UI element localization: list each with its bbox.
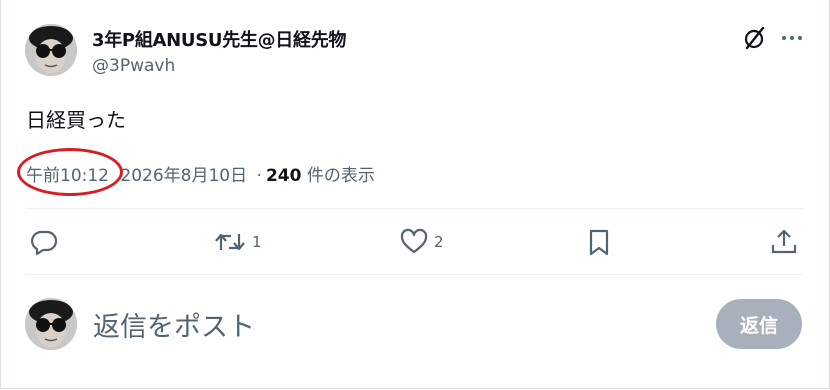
repost-button[interactable]: 1 <box>214 226 262 258</box>
divider <box>26 208 804 209</box>
repost-count: 1 <box>252 233 262 251</box>
more-dots-icon[interactable] <box>779 25 805 51</box>
share-icon <box>771 229 797 254</box>
author-avatar[interactable] <box>25 24 77 76</box>
reply-input[interactable]: 返信をポスト <box>93 305 255 344</box>
share-button[interactable] <box>770 226 798 258</box>
reply-submit-button[interactable]: 返信 <box>716 299 802 349</box>
post-time-link[interactable]: 午前10:12 <box>26 166 109 186</box>
heart-icon <box>400 228 428 254</box>
views-label: 件の表示 <box>306 166 375 186</box>
current-user-avatar[interactable] <box>25 298 77 350</box>
bookmark-icon <box>589 229 609 256</box>
post-date-link[interactable]: 2026年8月10日 <box>120 166 247 186</box>
repost-icon <box>215 233 245 251</box>
divider <box>26 274 804 275</box>
comment-icon <box>31 230 58 256</box>
bookmark-button[interactable] <box>585 226 613 258</box>
views-count[interactable]: 240 <box>266 166 302 186</box>
like-count: 2 <box>434 233 444 251</box>
author-display-name[interactable]: 3年P組ANUSU先生@日経先物 <box>92 26 346 52</box>
post-text: 日経買った <box>26 108 126 132</box>
grok-icon[interactable] <box>742 25 768 51</box>
post-metadata: 午前10:12 2026年8月10日 · 240 件の表示 <box>26 161 375 186</box>
reply-button[interactable] <box>30 226 64 258</box>
like-button[interactable]: 2 <box>400 226 444 258</box>
author-handle[interactable]: @3Pwavh <box>92 56 175 76</box>
meta-separator: · <box>256 166 262 186</box>
